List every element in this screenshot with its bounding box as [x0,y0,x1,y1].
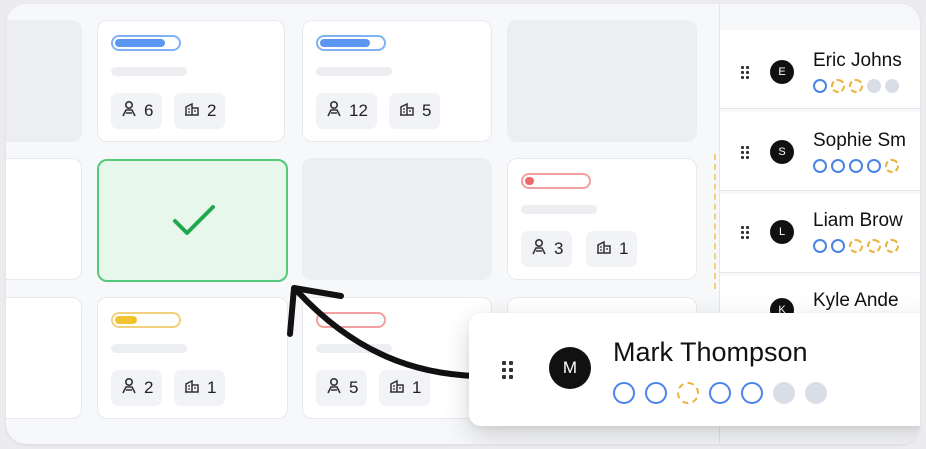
capacity-bar-fill [115,316,137,324]
room-count-chip: 1 [586,231,638,267]
room-count-chip: 5 [389,93,441,129]
shift-card-partial[interactable] [6,158,82,280]
availability-dot [813,239,827,253]
placeholder-line [111,344,187,353]
room-icon [183,377,201,400]
room-icon [183,100,201,123]
availability-dot [741,382,763,404]
availability-dot [831,79,845,93]
availability-dot [645,382,667,404]
availability-dot [849,239,863,253]
availability-dot [831,159,845,173]
shift-card[interactable]: 12 5 [302,20,492,142]
availability-dot [831,239,845,253]
room-count: 1 [207,378,217,397]
avatar: L [770,220,794,244]
availability-dots [813,239,899,253]
drag-handle-icon[interactable] [741,226,749,239]
availability-dot [773,382,795,404]
placeholder-line [316,67,392,76]
shift-card[interactable]: 2 1 [97,297,288,419]
capacity-bar [111,312,181,328]
room-icon [398,100,416,123]
drag-handle-icon[interactable] [741,146,749,159]
drop-target-success[interactable] [97,159,288,282]
shift-card[interactable]: 3 1 [507,158,697,280]
availability-dots [813,159,899,173]
availability-dot [677,382,699,404]
curved-arrow-icon [276,274,486,389]
room-icon [595,238,613,261]
availability-dot [885,79,899,93]
availability-dots [813,79,899,93]
room-count: 5 [422,101,432,120]
capacity-bar-fill [320,39,370,47]
availability-dot [613,382,635,404]
people-count-chip: 6 [111,93,163,129]
person-icon [325,100,343,123]
checkmark-icon [171,203,217,244]
capacity-bar [316,35,386,51]
dragged-person-card[interactable]: M Mark Thompson [469,313,920,426]
people-count: 12 [349,101,368,120]
availability-dot [813,79,827,93]
room-count: 2 [207,101,217,120]
capacity-bar-fill [525,177,535,185]
person-icon [120,100,138,123]
drag-handle-icon[interactable] [741,66,749,79]
person-name: Eric Johns [813,50,902,71]
person-row[interactable]: L Liam Brow [720,194,920,273]
availability-dot [813,159,827,173]
person-row[interactable]: E Eric Johns [720,30,920,109]
people-count: 3 [554,239,564,258]
availability-dot [709,382,731,404]
placeholder-line [111,67,187,76]
shift-card-partial[interactable] [6,297,82,419]
availability-dot [849,79,863,93]
capacity-bar [111,35,181,51]
shift-card[interactable]: 6 2 [97,20,285,142]
person-row[interactable]: S Sophie Sm [720,112,920,191]
person-icon [120,377,138,400]
people-count: 2 [144,378,154,397]
drag-handle-icon[interactable] [502,361,513,379]
availability-dot [805,382,827,404]
avatar: E [770,60,794,84]
room-count: 1 [619,239,629,258]
people-count-chip: 2 [111,370,163,406]
person-name: Sophie Sm [813,130,906,151]
room-count-chip: 2 [174,93,226,129]
avatar: M [549,347,591,389]
schedule-board: 6 2 12 5 3 1 2 1 5 1 E Eric Johns S Soph… [6,4,920,444]
people-count-chip: 3 [521,231,573,267]
person-name: Mark Thompson [613,337,808,367]
empty-slot[interactable] [6,20,82,142]
availability-dot [867,79,881,93]
person-name: Liam Brow [813,210,903,231]
availability-dot [885,239,899,253]
capacity-bar-fill [115,39,165,47]
empty-slot[interactable] [507,20,697,142]
room-count-chip: 1 [174,370,226,406]
capacity-bar [521,173,591,189]
availability-dot [849,159,863,173]
people-count-chip: 12 [316,93,377,129]
availability-dot [885,159,899,173]
person-icon [530,238,548,261]
availability-dot [867,239,881,253]
people-count: 6 [144,101,154,120]
empty-slot[interactable] [302,158,492,280]
drop-zone-outline [714,154,716,289]
placeholder-line [521,205,597,214]
person-name: Kyle Ande [813,290,899,311]
avatar: S [770,140,794,164]
availability-dot [867,159,881,173]
availability-dots [613,382,827,404]
